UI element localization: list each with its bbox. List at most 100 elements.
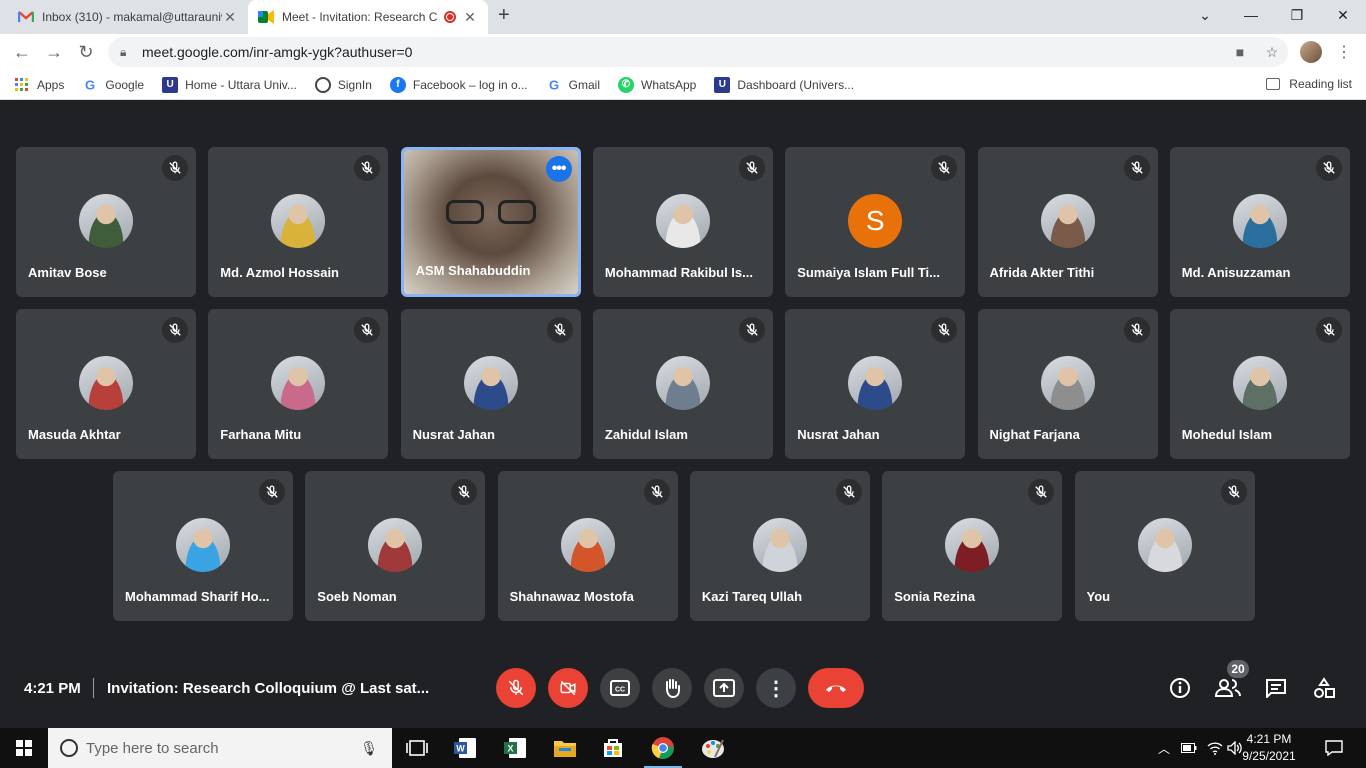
- participant-name: Soeb Noman: [317, 589, 397, 604]
- task-view-icon: [406, 740, 428, 756]
- participant-name: Amitav Bose: [28, 265, 107, 280]
- excel-icon: X: [504, 738, 526, 758]
- reading-list-label: Reading list: [1289, 77, 1352, 91]
- bookmark-item[interactable]: G Google: [82, 77, 144, 93]
- notifications-icon[interactable]: [1318, 728, 1350, 768]
- store-app[interactable]: [590, 728, 636, 768]
- battery-icon[interactable]: [1178, 728, 1200, 768]
- tab-gmail[interactable]: Inbox (310) - makamal@uttarauniversity.e…: [8, 0, 248, 34]
- show-hidden-icons[interactable]: ︿: [1154, 728, 1174, 768]
- present-button[interactable]: [704, 668, 744, 708]
- chrome-app[interactable]: [640, 728, 686, 768]
- windows-taskbar: Type here to search 🎙︎ W X ︿ 4:21 PM 9/2…: [0, 728, 1366, 768]
- gmail-icon: [18, 9, 34, 25]
- hangup-icon: [826, 685, 846, 692]
- participant-name: Shahnawaz Mostofa: [509, 589, 634, 604]
- meeting-title[interactable]: Invitation: Research Colloquium @ Last s…: [107, 680, 429, 697]
- bookmark-item[interactable]: SignIn: [314, 76, 372, 93]
- bookmark-label: Apps: [37, 77, 65, 92]
- participant-tile[interactable]: You: [1074, 471, 1255, 621]
- svg-text:X: X: [507, 744, 513, 754]
- file-explorer-app[interactable]: [542, 728, 588, 768]
- excel-app[interactable]: X: [492, 728, 538, 768]
- mic-toggle-button[interactable]: [496, 668, 536, 708]
- camera-toggle-button[interactable]: [548, 668, 588, 708]
- tab-title: Inbox (310) - makamal@uttarauniversity.e…: [42, 10, 222, 24]
- avatar: [945, 518, 1000, 572]
- participant-tile[interactable]: Mohammad Sharif Ho...: [113, 471, 293, 621]
- participant-tile[interactable]: Soeb Noman: [305, 471, 486, 621]
- back-icon[interactable]: ←: [10, 40, 34, 64]
- bookmark-item[interactable]: f Facebook – log in o...: [389, 76, 528, 93]
- bookmark-item[interactable]: U Home - Uttara Univ...: [162, 76, 297, 93]
- participant-tile[interactable]: Afrida Akter Tithi: [977, 147, 1158, 297]
- people-button[interactable]: [1214, 674, 1242, 702]
- bookmark-item[interactable]: ✆ WhatsApp: [618, 76, 696, 93]
- participant-name: Md. Azmol Hossain: [220, 265, 339, 280]
- chat-button[interactable]: [1262, 674, 1290, 702]
- participant-tile[interactable]: Nusrat Jahan: [400, 309, 581, 459]
- participant-tile[interactable]: Mohedul Islam: [1169, 309, 1350, 459]
- participant-tile[interactable]: Farhana Mitu: [208, 309, 389, 459]
- avatar: [368, 518, 423, 572]
- participant-name: Mohammad Rakibul Is...: [604, 265, 753, 280]
- participant-name: Mohammad Sharif Ho...: [125, 589, 270, 604]
- reading-list-button[interactable]: Reading list: [1266, 77, 1352, 91]
- participant-tile[interactable]: Mohammad Rakibul Is...: [592, 147, 773, 297]
- restore-icon[interactable]: ❐: [1274, 0, 1320, 30]
- task-view-button[interactable]: [394, 728, 440, 768]
- more-options-icon[interactable]: •••: [545, 156, 572, 182]
- bookmark-item[interactable]: G Gmail: [546, 77, 600, 93]
- system-clock[interactable]: 4:21 PM 9/25/2021: [1232, 731, 1306, 765]
- raise-hand-button[interactable]: [652, 668, 692, 708]
- word-app[interactable]: W: [442, 728, 488, 768]
- svg-text:CC: CC: [615, 687, 625, 694]
- participant-tile[interactable]: S Sumaiya Islam Full Ti...: [785, 147, 966, 297]
- tab-meet[interactable]: Meet - Invitation: Research Colloquium ✕: [248, 0, 488, 34]
- participant-name: Zahidul Islam: [604, 427, 688, 442]
- bookmark-item[interactable]: U Dashboard (Univers...: [714, 76, 854, 93]
- close-window-icon[interactable]: ✕: [1320, 0, 1366, 30]
- address-bar[interactable]: 🔒︎ meet.google.com/inr-amgk-ygk?authuser…: [108, 37, 1288, 67]
- tab-search-icon[interactable]: ⌄: [1182, 0, 1228, 30]
- menu-icon[interactable]: ⋮: [1336, 42, 1352, 62]
- new-tab-icon[interactable]: +: [498, 4, 510, 27]
- participant-name: Nusrat Jahan: [797, 427, 880, 442]
- star-icon[interactable]: ☆: [1256, 44, 1288, 61]
- participant-tile[interactable]: Shahnawaz Mostofa: [497, 471, 678, 621]
- bookmark-item[interactable]: Apps: [14, 77, 64, 93]
- minimize-icon[interactable]: —: [1228, 0, 1274, 30]
- activities-button[interactable]: [1310, 674, 1338, 702]
- participant-tile[interactable]: Sonia Rezina: [882, 471, 1063, 621]
- participant-tile[interactable]: Md. Azmol Hossain: [208, 147, 389, 297]
- paint-app[interactable]: [690, 728, 736, 768]
- camera-icon[interactable]: ■: [1224, 44, 1256, 60]
- participant-tile[interactable]: Amitav Bose: [16, 147, 196, 297]
- leave-call-button[interactable]: [808, 668, 864, 708]
- profile-avatar[interactable]: [1300, 41, 1322, 63]
- participant-name: Nusrat Jahan: [412, 427, 495, 442]
- reload-icon[interactable]: ↻: [74, 40, 98, 64]
- participant-tile[interactable]: Zahidul Islam: [592, 309, 773, 459]
- forward-icon[interactable]: →: [42, 40, 66, 64]
- participant-tile[interactable]: Nusrat Jahan: [785, 309, 966, 459]
- participant-tile[interactable]: Nighat Farjana: [977, 309, 1158, 459]
- more-options-button[interactable]: ⋮: [756, 668, 796, 708]
- muted-mic-icon: [1220, 479, 1247, 505]
- meeting-details-button[interactable]: [1166, 674, 1194, 702]
- participant-tile[interactable]: ••• ASM Shahabuddin: [400, 147, 581, 297]
- start-button[interactable]: [0, 728, 48, 768]
- wifi-icon[interactable]: [1204, 728, 1226, 768]
- university-icon: U: [162, 76, 179, 93]
- microphone-icon[interactable]: 🎙︎: [360, 740, 378, 757]
- taskbar-search[interactable]: Type here to search 🎙︎: [48, 728, 392, 768]
- participant-tile[interactable]: Md. Anisuzzaman: [1169, 147, 1350, 297]
- participant-tile[interactable]: Kazi Tareq Ullah: [689, 471, 870, 621]
- close-icon[interactable]: ✕: [462, 9, 478, 26]
- captions-button[interactable]: CC: [600, 668, 640, 708]
- close-icon[interactable]: ✕: [222, 9, 238, 26]
- participant-tile[interactable]: Masuda Akhtar: [16, 309, 196, 459]
- avatar: [79, 356, 133, 410]
- info-icon: [1170, 678, 1190, 698]
- muted-mic-icon: [354, 155, 381, 181]
